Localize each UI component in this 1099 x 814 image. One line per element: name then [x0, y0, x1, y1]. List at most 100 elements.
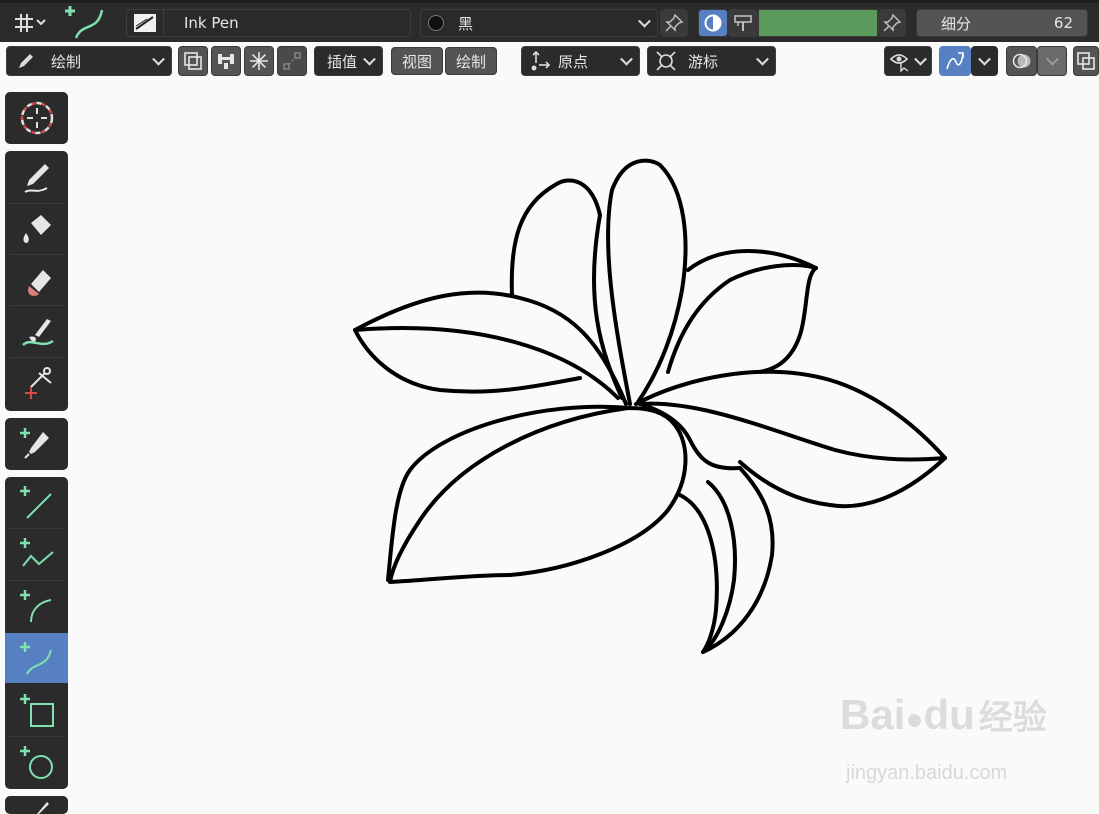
- tool-polyline[interactable]: [5, 529, 68, 579]
- origin-selector[interactable]: 原点: [521, 46, 640, 76]
- tool-line[interactable]: [5, 477, 68, 527]
- subdivision-label: 细分: [941, 14, 972, 33]
- view-menu[interactable]: 视图: [391, 47, 443, 75]
- curve-tool-icon: [65, 6, 104, 39]
- layers-icon: [184, 52, 202, 70]
- editor-type-menu[interactable]: [6, 9, 52, 37]
- origin-label: 原点: [558, 52, 589, 71]
- circle-icon: [19, 746, 53, 779]
- pin-icon: [665, 13, 684, 32]
- vertex-paint-icon: [734, 15, 752, 31]
- freeze-button[interactable]: [244, 46, 274, 76]
- box-icon: [19, 694, 54, 727]
- tool-erase[interactable]: [5, 255, 68, 305]
- chevron-down-icon: [363, 52, 376, 66]
- interpolate-label: 插值: [327, 52, 358, 71]
- header-bar: Ink Pen 黑 细分 62: [0, 0, 1099, 42]
- gizmo-toggle[interactable]: [939, 46, 971, 76]
- tool-curve[interactable]: [5, 633, 68, 683]
- cursor-label: 游标: [688, 52, 719, 71]
- watermark-logo: Bai●du 经验: [840, 690, 1047, 739]
- snowflake-icon: [250, 52, 268, 70]
- watermark-brand-cn: 经验: [978, 698, 1047, 738]
- chevron-down-icon: [1046, 52, 1059, 66]
- overlay-toggle[interactable]: [1006, 46, 1037, 76]
- interpolate-menu[interactable]: 插值: [314, 46, 383, 76]
- toolbar-group-cursor: [5, 92, 68, 144]
- weight-button[interactable]: [211, 46, 241, 76]
- draw-menu[interactable]: 绘制: [445, 47, 497, 75]
- tint-brush-icon: [21, 319, 54, 347]
- header-top-strip: [0, 0, 1099, 3]
- paw-icon: ●: [905, 703, 924, 736]
- material-mode-toggle[interactable]: [698, 9, 728, 37]
- multiframe-button[interactable]: [178, 46, 208, 76]
- tool-header: 绘制 插值 视图 绘制 原点 游标: [0, 42, 1099, 80]
- pin-strength-button[interactable]: [878, 9, 906, 37]
- tool-partial[interactable]: [5, 796, 68, 814]
- toolbar-group-eyedropper: [5, 418, 68, 470]
- tool-box[interactable]: [5, 685, 68, 735]
- tool-arc[interactable]: [5, 581, 68, 631]
- eyedropper-icon: [19, 428, 49, 459]
- fill-bucket-icon: [22, 215, 51, 243]
- material-swatch-icon: [428, 15, 444, 31]
- material-selector[interactable]: 黑: [420, 9, 658, 37]
- material-mode-icon: [704, 14, 722, 32]
- gizmo-icon: [946, 52, 964, 70]
- visibility-menu[interactable]: [884, 46, 932, 76]
- active-tool-indicator[interactable]: [62, 2, 112, 42]
- chevron-down-icon: [756, 52, 769, 66]
- tool-eyedropper[interactable]: [5, 419, 68, 469]
- mode-label: 绘制: [51, 52, 82, 71]
- subdivision-field[interactable]: 细分 62: [916, 9, 1088, 37]
- pencil-icon: [36, 802, 49, 814]
- view-label: 视图: [401, 52, 432, 71]
- material-name: 黑: [458, 14, 474, 33]
- watermark-url: jingyan.baidu.com: [846, 762, 1008, 784]
- curve-edit-icon: [283, 52, 301, 70]
- chevron-down-icon: [978, 52, 991, 66]
- toolbar-group-paint: [5, 151, 68, 411]
- eraser-icon: [27, 270, 51, 296]
- eye-pointer-icon: [889, 54, 909, 72]
- transform-icon: [15, 14, 46, 32]
- pin-icon: [883, 13, 902, 32]
- pencil-icon: [23, 164, 49, 193]
- line-icon: [19, 486, 52, 519]
- tool-cursor[interactable]: [5, 93, 68, 143]
- brush-selector[interactable]: Ink Pen: [126, 9, 411, 37]
- pencil-mode-icon: [19, 54, 33, 68]
- tool-fill[interactable]: [5, 204, 68, 254]
- scissors-icon: [24, 367, 52, 399]
- pin-material-button[interactable]: [660, 9, 688, 37]
- draw-label: 绘制: [455, 52, 486, 71]
- gizmo-menu[interactable]: [971, 46, 998, 76]
- watermark-brand-b: du: [923, 691, 975, 738]
- tool-circle[interactable]: [5, 737, 68, 787]
- xray-icon: [1077, 52, 1095, 70]
- weight-icon: [218, 54, 234, 69]
- chevron-down-icon: [914, 52, 927, 66]
- cursor-target-icon: [656, 51, 676, 71]
- overlay-menu[interactable]: [1037, 46, 1067, 76]
- strength-slider[interactable]: [758, 9, 878, 37]
- arc-icon: [19, 590, 51, 623]
- watermark-brand-a: Bai: [840, 691, 906, 738]
- tool-cutter[interactable]: [5, 358, 68, 408]
- tool-tint[interactable]: [5, 306, 68, 356]
- cursor-icon: [20, 101, 53, 135]
- curve-icon: [19, 642, 52, 675]
- curve-edit-button[interactable]: [277, 46, 307, 76]
- overlay-icon: [1012, 53, 1030, 69]
- vertex-color-toggle[interactable]: [728, 9, 758, 37]
- chevron-down-icon: [638, 14, 651, 28]
- subdivision-value: 62: [1053, 14, 1073, 32]
- cursor-placement-selector[interactable]: 游标: [647, 46, 776, 76]
- xray-toggle[interactable]: [1073, 46, 1099, 76]
- polyline-icon: [19, 538, 54, 567]
- brush-name: Ink Pen: [184, 14, 239, 32]
- mode-selector[interactable]: 绘制: [6, 46, 172, 76]
- chevron-down-icon: [152, 52, 165, 66]
- tool-draw[interactable]: [5, 153, 68, 203]
